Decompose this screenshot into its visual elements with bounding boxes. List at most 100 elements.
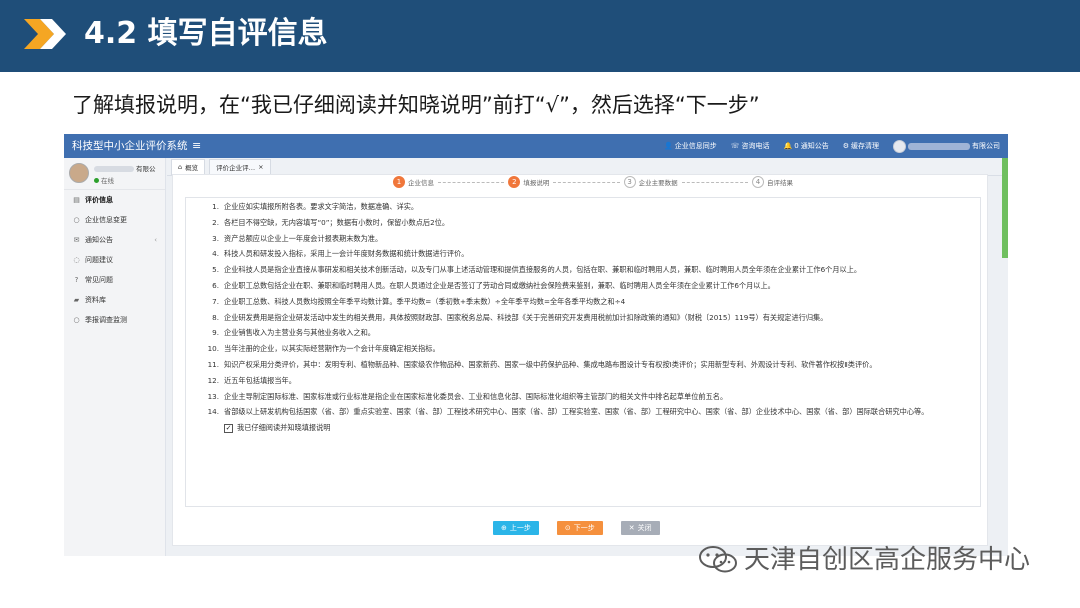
chevron-right-icon xyxy=(24,19,66,49)
step-number: 3 xyxy=(623,176,636,188)
list-number: 14. xyxy=(207,407,219,417)
sidebar-item-info-change[interactable]: ○ 企业信息变更 xyxy=(64,210,165,230)
home-icon: ⌂ xyxy=(178,162,183,171)
user-name: 有限公 xyxy=(136,165,156,173)
wechat-icon xyxy=(699,546,737,573)
avatar xyxy=(893,139,906,153)
action-buttons: ⊕ 上一步 ⊙ 下一步 ✕ 关闭 xyxy=(493,521,660,535)
top-link-label: 缓存清理 xyxy=(851,142,879,150)
sidebar-item-label: 季报调查监测 xyxy=(85,316,127,324)
list-text: 企业研发费用是指企业研发活动中发生的相关费用，具体按照财政部、国家税务总局、科技… xyxy=(224,312,828,322)
step-label: 企业信息 xyxy=(408,179,434,187)
list-number: 6. xyxy=(212,280,219,290)
agree-checkbox-row[interactable]: ✓ 我已仔细阅读并知晓填报说明 xyxy=(224,423,974,433)
sidebar-item-evaluation[interactable]: ▤ 评价信息 xyxy=(64,190,165,210)
agree-checkbox[interactable]: ✓ xyxy=(224,423,233,433)
top-link-sync[interactable]: 👤 企业信息同步 xyxy=(664,141,717,151)
sidebar-item-quarterly-survey[interactable]: ○ 季报调查监测 xyxy=(64,310,165,330)
close-icon[interactable]: × xyxy=(258,163,263,171)
list-item: 10. 当年注册的企业，以其实际经营期作为一个会计年度确定相关指标。 xyxy=(206,344,974,354)
close-icon: ✕ xyxy=(628,524,635,532)
watermark-text: 天津自创区高企服务中心 xyxy=(744,545,1031,575)
list-number: 11. xyxy=(207,359,219,369)
hamburger-icon[interactable]: ≡ xyxy=(192,139,201,153)
list-number: 4. xyxy=(212,249,219,259)
list-item: 5. 企业科技人员是指企业直接从事研发和相关技术创新活动，以及专门从事上述活动管理… xyxy=(206,265,974,275)
list-number: 8. xyxy=(212,312,219,322)
top-links: 👤 企业信息同步 ☏ 咨询电话 🔔 0 通知公告 ⚙ 缓存清理 有限公司 xyxy=(664,134,1000,158)
slide-header: 4.2 填写自评信息 xyxy=(0,0,1080,72)
list-item: 7. 企业职工总数、科技人员数均按照全年季平均数计算。季平均数=（季初数+季末数）… xyxy=(206,297,974,307)
tab-label: 概览 xyxy=(185,163,199,172)
tab-overview[interactable]: ⌂ 概览 xyxy=(171,158,206,175)
list-number: 1. xyxy=(212,202,219,211)
list-item: 11. 知识产权采用分类评价，其中：发明专利、植物新品种、国家级农作物品种、国家新… xyxy=(206,360,974,370)
next-button-label: 下一步 xyxy=(573,524,595,532)
question-icon: ? xyxy=(74,276,79,284)
list-text: 企业科技人员是指企业直接从事研发和相关技术创新活动，以及专门从事上述活动管理和提… xyxy=(224,265,862,275)
sidebar-item-label: 资料库 xyxy=(85,296,106,304)
sidebar-item-label: 评价信息 xyxy=(85,196,113,204)
step-company-info: 1 企业信息 xyxy=(393,176,434,188)
prev-button-label: 上一步 xyxy=(509,524,531,532)
list-number: 2. xyxy=(212,217,219,227)
company-name-redacted xyxy=(908,142,970,150)
scrollbar[interactable] xyxy=(1002,158,1008,258)
avatar xyxy=(69,163,89,183)
sidebar-item-notices[interactable]: ✉ 通知公告 ‹ xyxy=(64,230,165,250)
circle-icon: ○ xyxy=(73,216,80,224)
close-button[interactable]: ✕ 关闭 xyxy=(620,521,660,535)
next-button[interactable]: ⊙ 下一步 xyxy=(556,521,603,535)
instructions-panel: 1. 企业应如实填报所附各表。要求文字简洁，数据准确、详实。 2. 各栏目不得空缺，… xyxy=(185,197,981,507)
sidebar-item-feedback[interactable]: ◌ 问题建议 xyxy=(64,250,165,270)
step-result: 4 自评结果 xyxy=(751,176,793,188)
list-text: 企业主导制定国际标准、国家标准或行业标准是指企业在国家标准化委员会、工业和信息化… xyxy=(224,391,728,401)
next-icon: ⊙ xyxy=(564,524,571,532)
step-label: 企业主要数据 xyxy=(638,179,678,187)
chat-icon: ◌ xyxy=(73,256,80,264)
agree-label: 我已仔细阅读并知晓填报说明 xyxy=(237,423,331,433)
top-link-phone[interactable]: ☏ 咨询电话 xyxy=(731,141,770,151)
list-text: 企业销售收入为主营业务与其他业务收入之和。 xyxy=(224,328,375,338)
prev-button[interactable]: ⊕ 上一步 xyxy=(493,521,539,535)
step-progress: 1 企业信息 2 填报说明 3 企业主要数据 4 自评结果 xyxy=(393,175,793,189)
watermark: 天津自创区高企服务中心 xyxy=(698,544,1030,576)
online-dot-icon xyxy=(94,177,99,183)
list-item: 12. 近五年包括填报当年。 xyxy=(206,376,974,386)
slide-subtitle: 了解填报说明，在“我已仔细阅读并知晓说明”前打“√”，然后选择“下一步” xyxy=(72,93,760,117)
top-link-label: 通知公告 xyxy=(800,142,829,150)
tab-evaluation[interactable]: 评价企业评… × xyxy=(209,158,271,175)
step-main-data: 3 企业主要数据 xyxy=(623,176,678,188)
step-instructions: 2 填报说明 xyxy=(508,176,549,188)
sidebar-item-label: 常见问题 xyxy=(85,276,113,284)
list-text: 当年注册的企业，以其实际经营期作为一个会计年度确定相关指标。 xyxy=(224,344,440,354)
sidebar-item-library[interactable]: ▰ 资料库 xyxy=(64,290,165,310)
sidebar-item-faq[interactable]: ? 常见问题 xyxy=(64,270,165,290)
list-text: 省部级以上研发机构包括国家（省、部）重点实验室、国家（省、部）工程技术研究中心、… xyxy=(224,407,929,417)
step-connector xyxy=(681,181,748,183)
gear-icon: ⚙ xyxy=(842,142,849,150)
chevron-left-icon: ‹ xyxy=(154,236,157,244)
list-number: 10. xyxy=(207,344,219,354)
top-user-menu[interactable]: 有限公司 xyxy=(893,139,1000,153)
circle-icon: ○ xyxy=(73,316,80,324)
list-item: 2. 各栏目不得空缺，无内容填写“0”；数据有小数时，保留小数点后2位。 xyxy=(206,218,974,228)
list-number: 13. xyxy=(207,391,219,401)
top-link-cache[interactable]: ⚙ 缓存清理 xyxy=(843,141,879,151)
list-number: 12. xyxy=(207,375,219,385)
list-text: 各栏目不得空缺，无内容填写“0”；数据有小数时，保留小数点后2位。 xyxy=(224,217,450,227)
list-number: 3. xyxy=(212,233,219,243)
notice-badge: 0 xyxy=(794,142,799,150)
list-text: 企业职工总数、科技人员数均按照全年季平均数计算。季平均数=（季初数+季末数）÷全… xyxy=(224,296,626,306)
step-label: 自评结果 xyxy=(766,179,793,187)
user-name-redacted xyxy=(94,166,134,172)
list-item: 4. 科技人员和研发投入指标，采用上一会计年度财务数据和统计数据进行评价。 xyxy=(206,249,974,259)
list-number: 9. xyxy=(212,328,219,338)
list-item: 6. 企业职工总数包括企业在职、兼职和临时聘用人员。在职人员通过企业是否签订了劳动… xyxy=(206,281,974,291)
top-link-notice[interactable]: 🔔 0 通知公告 xyxy=(784,141,829,151)
user-icon: 👤 xyxy=(664,142,673,150)
step-number: 4 xyxy=(751,176,764,188)
app-window: 科技型中小企业评价系统 ≡ 👤 企业信息同步 ☏ 咨询电话 🔔 0 通知公告 ⚙… xyxy=(64,134,1008,556)
list-item: 14. 省部级以上研发机构包括国家（省、部）重点实验室、国家（省、部）工程技术研究… xyxy=(206,407,974,417)
step-number: 2 xyxy=(508,176,521,188)
